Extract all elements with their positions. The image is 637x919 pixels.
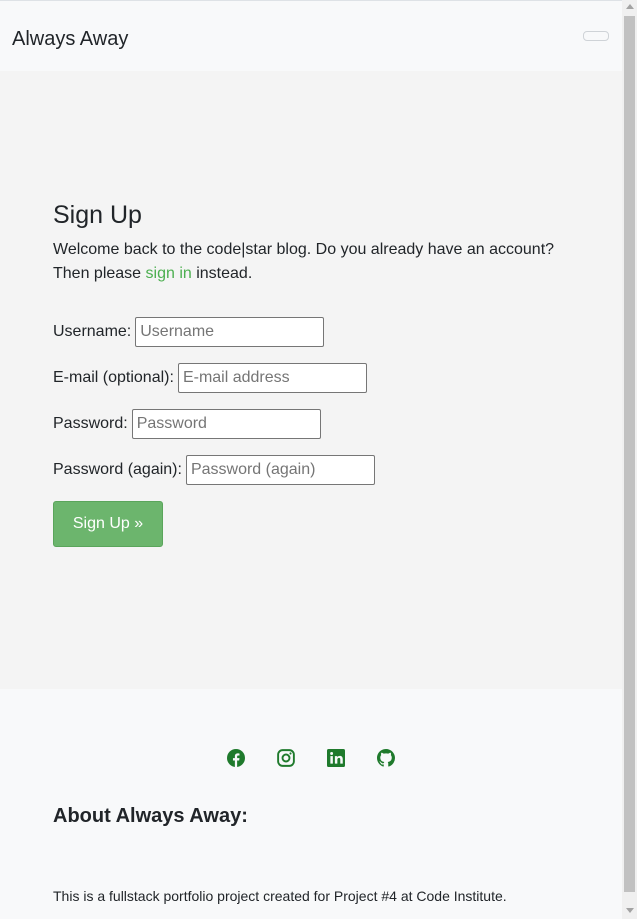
- about-text: This is a fullstack portfolio project cr…: [53, 888, 507, 904]
- intro-text-suffix: instead.: [196, 265, 253, 282]
- page-title: Sign Up: [53, 201, 142, 229]
- password-input[interactable]: [131, 409, 321, 439]
- username-row: Username:: [53, 317, 325, 347]
- email-input[interactable]: [177, 363, 367, 393]
- scroll-down-icon[interactable]: [626, 908, 634, 913]
- linkedin-icon[interactable]: [327, 749, 345, 767]
- password-again-input[interactable]: [185, 455, 375, 485]
- navbar: Always Away: [0, 1, 622, 71]
- intro-text: Welcome back to the code|star blog. Do y…: [53, 238, 573, 286]
- about-title: About Always Away:: [53, 805, 248, 827]
- intro-text-main: Welcome back to the code|star blog. Do y…: [53, 241, 555, 282]
- password-label: Password:: [53, 415, 128, 432]
- scroll-up-icon[interactable]: [626, 4, 634, 9]
- username-input[interactable]: [135, 317, 325, 347]
- sign-up-button[interactable]: Sign Up »: [53, 501, 163, 547]
- instagram-icon[interactable]: [277, 749, 295, 767]
- email-row: E-mail (optional):: [53, 363, 367, 393]
- navbar-toggle-button[interactable]: [583, 31, 609, 41]
- scrollbar[interactable]: [622, 0, 637, 919]
- scrollbar-thumb[interactable]: [624, 16, 635, 892]
- github-icon[interactable]: [377, 749, 395, 767]
- facebook-icon[interactable]: [227, 749, 245, 767]
- email-label: E-mail (optional):: [53, 369, 174, 386]
- brand-logo[interactable]: Always Away: [12, 27, 128, 51]
- password-row: Password:: [53, 409, 321, 439]
- sign-in-link[interactable]: sign in: [146, 265, 192, 282]
- password-again-row: Password (again):: [53, 455, 375, 485]
- password-again-label: Password (again):: [53, 461, 182, 478]
- username-label: Username:: [53, 323, 132, 340]
